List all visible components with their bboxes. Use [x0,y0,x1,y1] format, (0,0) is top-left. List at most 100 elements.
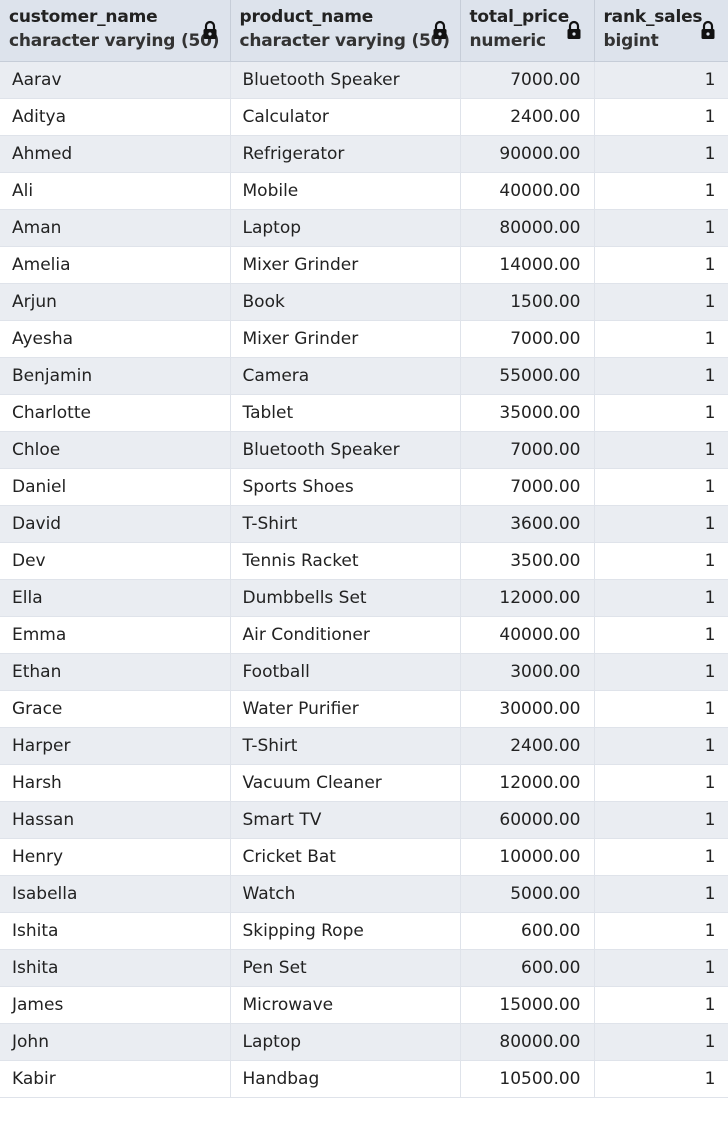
cell-product-name[interactable]: Refrigerator [230,135,461,173]
cell-rank-sales[interactable]: 1 [594,653,728,691]
cell-total-price[interactable]: 14000.00 [460,246,595,284]
cell-product-name[interactable]: Book [230,283,461,321]
cell-total-price[interactable]: 3600.00 [460,505,595,543]
table-row[interactable]: James Microwave 15000.00 1 [0,986,728,1024]
cell-rank-sales[interactable]: 1 [594,727,728,765]
cell-rank-sales[interactable]: 1 [594,542,728,580]
column-header-customer-name[interactable]: customer_name character varying (50) [0,0,231,62]
cell-customer-name[interactable]: John [0,1023,231,1061]
cell-product-name[interactable]: Watch [230,875,461,913]
cell-product-name[interactable]: Mobile [230,172,461,210]
cell-total-price[interactable]: 12000.00 [460,579,595,617]
cell-rank-sales[interactable]: 1 [594,468,728,506]
cell-customer-name[interactable]: Harsh [0,764,231,802]
table-row[interactable]: Charlotte Tablet 35000.00 1 [0,394,728,432]
cell-total-price[interactable]: 7000.00 [460,320,595,358]
cell-rank-sales[interactable]: 1 [594,616,728,654]
cell-customer-name[interactable]: Ethan [0,653,231,691]
table-row[interactable]: Isabella Watch 5000.00 1 [0,875,728,913]
cell-rank-sales[interactable]: 1 [594,801,728,839]
table-row[interactable]: Kabir Handbag 10500.00 1 [0,1060,728,1098]
cell-total-price[interactable]: 40000.00 [460,616,595,654]
cell-product-name[interactable]: Bluetooth Speaker [230,431,461,469]
table-row[interactable]: Grace Water Purifier 30000.00 1 [0,690,728,728]
cell-customer-name[interactable]: Arjun [0,283,231,321]
table-row[interactable]: Aarav Bluetooth Speaker 7000.00 1 [0,61,728,99]
cell-rank-sales[interactable]: 1 [594,209,728,247]
cell-product-name[interactable]: Skipping Rope [230,912,461,950]
cell-total-price[interactable]: 80000.00 [460,209,595,247]
table-row[interactable]: Amelia Mixer Grinder 14000.00 1 [0,246,728,284]
table-row[interactable]: David T-Shirt 3600.00 1 [0,505,728,543]
cell-product-name[interactable]: Water Purifier [230,690,461,728]
cell-product-name[interactable]: Camera [230,357,461,395]
cell-product-name[interactable]: Air Conditioner [230,616,461,654]
cell-rank-sales[interactable]: 1 [594,949,728,987]
cell-total-price[interactable]: 15000.00 [460,986,595,1024]
cell-total-price[interactable]: 10000.00 [460,838,595,876]
cell-customer-name[interactable]: Ali [0,172,231,210]
cell-rank-sales[interactable]: 1 [594,135,728,173]
cell-total-price[interactable]: 10500.00 [460,1060,595,1098]
table-row[interactable]: Ayesha Mixer Grinder 7000.00 1 [0,320,728,358]
cell-customer-name[interactable]: James [0,986,231,1024]
cell-total-price[interactable]: 80000.00 [460,1023,595,1061]
cell-product-name[interactable]: Dumbbells Set [230,579,461,617]
cell-total-price[interactable]: 3000.00 [460,653,595,691]
cell-customer-name[interactable]: Benjamin [0,357,231,395]
table-row[interactable]: Benjamin Camera 55000.00 1 [0,357,728,395]
cell-product-name[interactable]: Cricket Bat [230,838,461,876]
cell-customer-name[interactable]: Aman [0,209,231,247]
column-header-total-price[interactable]: total_price numeric [460,0,595,62]
table-row[interactable]: Ethan Football 3000.00 1 [0,653,728,691]
table-row[interactable]: Ishita Skipping Rope 600.00 1 [0,912,728,950]
table-row[interactable]: John Laptop 80000.00 1 [0,1023,728,1061]
cell-product-name[interactable]: Pen Set [230,949,461,987]
cell-total-price[interactable]: 35000.00 [460,394,595,432]
table-row[interactable]: Arjun Book 1500.00 1 [0,283,728,321]
cell-rank-sales[interactable]: 1 [594,172,728,210]
cell-product-name[interactable]: T-Shirt [230,727,461,765]
cell-customer-name[interactable]: Grace [0,690,231,728]
cell-rank-sales[interactable]: 1 [594,986,728,1024]
cell-rank-sales[interactable]: 1 [594,394,728,432]
table-row[interactable]: Ali Mobile 40000.00 1 [0,172,728,210]
cell-rank-sales[interactable]: 1 [594,283,728,321]
cell-total-price[interactable]: 1500.00 [460,283,595,321]
cell-customer-name[interactable]: Emma [0,616,231,654]
cell-rank-sales[interactable]: 1 [594,764,728,802]
cell-customer-name[interactable]: David [0,505,231,543]
cell-rank-sales[interactable]: 1 [594,579,728,617]
cell-rank-sales[interactable]: 1 [594,875,728,913]
cell-product-name[interactable]: Bluetooth Speaker [230,61,461,99]
cell-customer-name[interactable]: Kabir [0,1060,231,1098]
table-row[interactable]: Chloe Bluetooth Speaker 7000.00 1 [0,431,728,469]
cell-customer-name[interactable]: Isabella [0,875,231,913]
cell-total-price[interactable]: 30000.00 [460,690,595,728]
cell-total-price[interactable]: 7000.00 [460,431,595,469]
cell-total-price[interactable]: 7000.00 [460,468,595,506]
cell-total-price[interactable]: 3500.00 [460,542,595,580]
cell-customer-name[interactable]: Aarav [0,61,231,99]
cell-product-name[interactable]: Football [230,653,461,691]
cell-rank-sales[interactable]: 1 [594,357,728,395]
cell-rank-sales[interactable]: 1 [594,320,728,358]
cell-customer-name[interactable]: Ahmed [0,135,231,173]
cell-rank-sales[interactable]: 1 [594,690,728,728]
cell-rank-sales[interactable]: 1 [594,912,728,950]
cell-product-name[interactable]: Microwave [230,986,461,1024]
cell-customer-name[interactable]: Ayesha [0,320,231,358]
cell-total-price[interactable]: 40000.00 [460,172,595,210]
cell-total-price[interactable]: 2400.00 [460,98,595,136]
cell-rank-sales[interactable]: 1 [594,838,728,876]
cell-customer-name[interactable]: Henry [0,838,231,876]
table-row[interactable]: Harper T-Shirt 2400.00 1 [0,727,728,765]
cell-customer-name[interactable]: Chloe [0,431,231,469]
cell-customer-name[interactable]: Ella [0,579,231,617]
cell-total-price[interactable]: 600.00 [460,949,595,987]
cell-rank-sales[interactable]: 1 [594,98,728,136]
cell-customer-name[interactable]: Dev [0,542,231,580]
cell-customer-name[interactable]: Harper [0,727,231,765]
cell-product-name[interactable]: Mixer Grinder [230,320,461,358]
table-row[interactable]: Ahmed Refrigerator 90000.00 1 [0,135,728,173]
